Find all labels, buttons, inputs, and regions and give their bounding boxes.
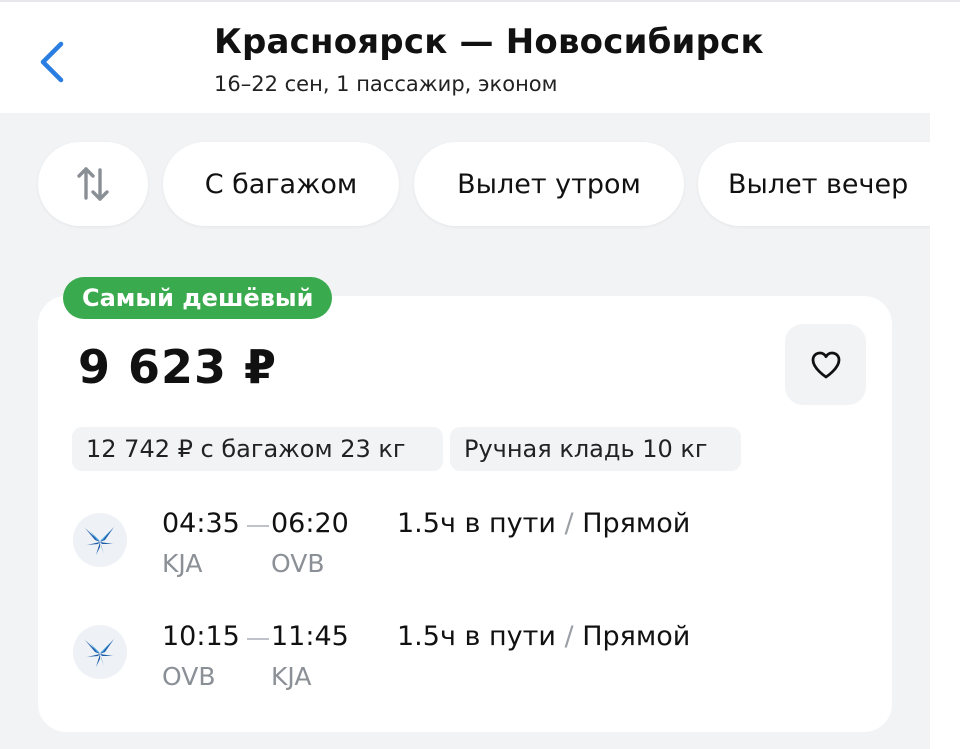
sort-arrows-icon <box>77 167 109 201</box>
chevron-left-icon <box>40 41 64 83</box>
duration-separator: / <box>564 621 574 652</box>
flight-duration: 1.5ч в пути / Прямой <box>397 508 690 539</box>
departure-time: 04:35 <box>162 508 240 539</box>
flight-type: Прямой <box>582 621 691 652</box>
heart-icon <box>811 351 840 378</box>
arrival-time: 11:45 <box>271 621 349 652</box>
filter-bar: С багажом Вылет утром Вылет вечер <box>0 138 930 230</box>
departure-airport-code: OVB <box>162 662 216 691</box>
hand-luggage-pill: Ручная кладь 10 кг <box>450 427 741 471</box>
right-edge <box>930 113 960 749</box>
departure-time: 10:15 <box>162 621 240 652</box>
page-title: Красноярск — Новосибирск <box>214 22 764 62</box>
duration-text: 1.5ч в пути <box>397 621 556 652</box>
filter-with-baggage[interactable]: С багажом <box>163 142 399 226</box>
page-subtitle: 16–22 сен, 1 пассажир, эконом <box>214 72 558 96</box>
departure-airport-code: KJA <box>162 549 203 578</box>
filter-morning-departure[interactable]: Вылет утром <box>414 142 684 226</box>
duration-separator: / <box>564 508 574 539</box>
cheapest-badge: Самый дешёвый <box>63 277 333 319</box>
airline-logo <box>73 513 127 567</box>
header: Красноярск — Новосибирск 16–22 сен, 1 па… <box>0 0 960 113</box>
airline-bird-logo <box>85 639 114 667</box>
baggage-price-pill: 12 742 ₽ с багажом 23 кг <box>72 427 443 471</box>
filter-evening-departure[interactable]: Вылет вечер <box>698 142 930 226</box>
price: 9 623 ₽ <box>78 340 278 394</box>
back-button[interactable] <box>30 38 74 86</box>
arrival-airport-code: OVB <box>271 549 325 578</box>
arrival-time: 06:20 <box>271 508 349 539</box>
sort-button[interactable] <box>38 142 148 226</box>
flight-duration: 1.5ч в пути / Прямой <box>397 621 690 652</box>
duration-text: 1.5ч в пути <box>397 508 556 539</box>
airline-bird-logo <box>85 527 114 555</box>
favorite-button[interactable] <box>785 324 866 405</box>
arrival-airport-code: KJA <box>271 662 312 691</box>
flight-type: Прямой <box>582 508 691 539</box>
time-separator <box>247 638 269 640</box>
airline-logo <box>73 625 127 679</box>
time-separator <box>247 525 269 527</box>
